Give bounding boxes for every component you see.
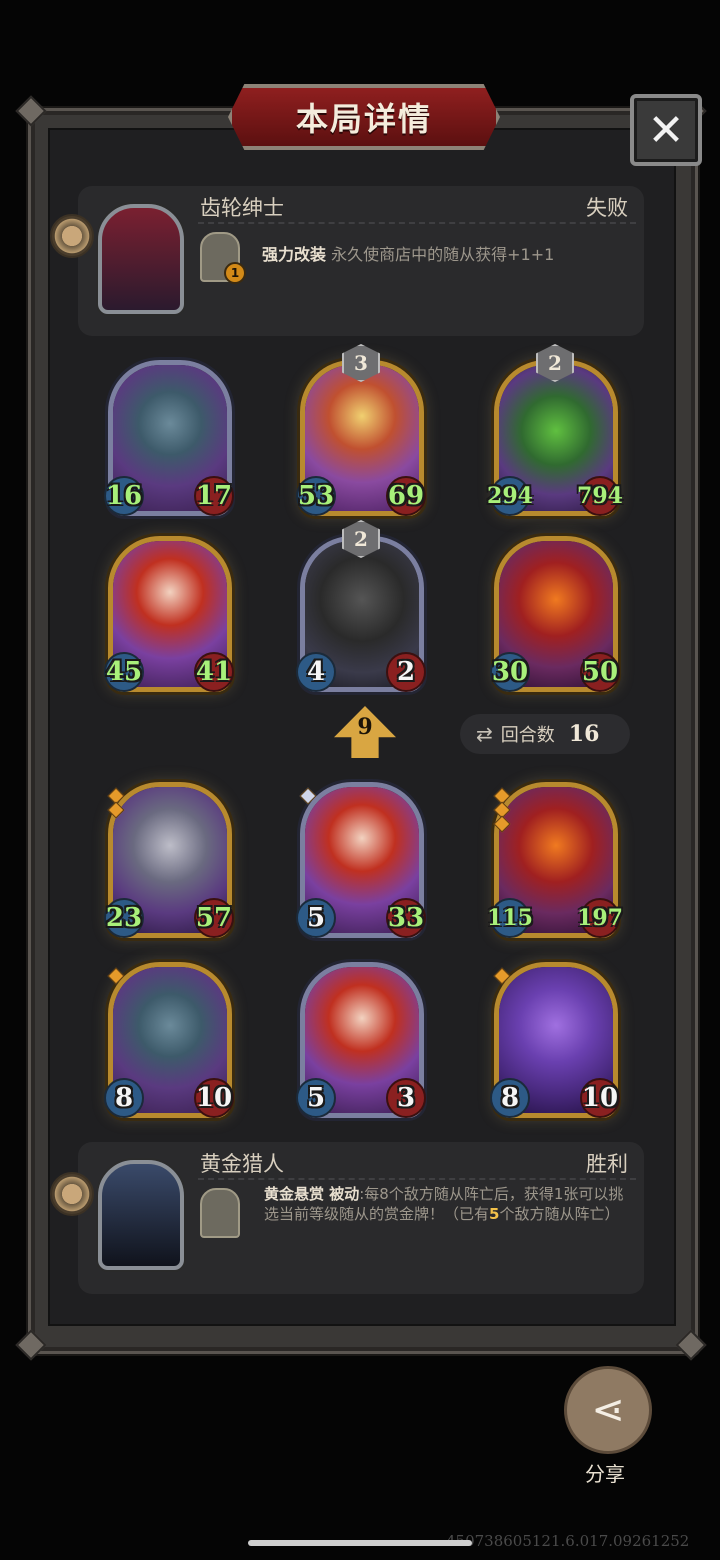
share-label: 分享	[585, 1462, 625, 1486]
attack-value: 45	[104, 652, 144, 692]
pocket-watch-icon	[50, 1172, 94, 1216]
divider	[198, 222, 636, 224]
player-ability-text: 黄金悬赏 被动:每8个敌方随从阵亡后，获得1张可以挑选当前等级随从的赏金牌！（已…	[264, 1184, 634, 1224]
attack-value: 8	[104, 1078, 144, 1118]
page-title: 本局详情	[295, 100, 432, 138]
divider	[198, 1178, 636, 1180]
health-value: 69	[386, 476, 426, 516]
attack-value: 8	[490, 1078, 530, 1118]
health-value: 41	[194, 652, 234, 692]
health-value: 33	[386, 898, 426, 938]
attack-value: 4	[296, 652, 336, 692]
player-name: 黄金猎人	[200, 1152, 284, 1176]
ability-desc-end: 个敌方随从阵亡）	[499, 1205, 620, 1223]
health-value: 10	[580, 1078, 620, 1118]
attack-value: 5	[296, 1078, 336, 1118]
ability-name: 黄金悬赏	[264, 1185, 325, 1203]
ability-count: 5	[489, 1205, 500, 1223]
health-value: 10	[194, 1078, 234, 1118]
attack-value: 16	[104, 476, 144, 516]
attack-value: 23	[104, 898, 144, 938]
share-icon: ⋖	[591, 1387, 625, 1433]
attack-value: 30	[490, 652, 530, 692]
home-indicator	[248, 1540, 472, 1546]
attack-value: 53	[296, 476, 336, 516]
hero-power-cost-badge: 1	[224, 262, 246, 284]
turn-cycle-icon: ⇄	[476, 722, 493, 746]
attack-value: 115	[487, 898, 533, 938]
pocket-watch-icon	[50, 214, 94, 258]
attack-value: 294	[487, 476, 533, 516]
opponent-result: 失败	[586, 196, 628, 220]
opponent-hero-portrait[interactable]	[98, 204, 184, 314]
health-value: 794	[577, 476, 623, 516]
health-value: 17	[194, 476, 234, 516]
opponent-ability-text: 强力改装 永久使商店中的随从获得+1+1	[262, 244, 632, 266]
tavern-level: 9	[357, 714, 373, 740]
close-icon: ✕	[647, 104, 685, 156]
health-value: 50	[580, 652, 620, 692]
player-result: 胜利	[586, 1152, 628, 1176]
health-value: 57	[194, 898, 234, 938]
player-hero-portrait[interactable]	[98, 1160, 184, 1270]
turn-value: 16	[568, 721, 600, 747]
close-button[interactable]: ✕	[630, 94, 702, 166]
ability-desc: 永久使商店中的随从获得+1+1	[326, 245, 555, 264]
turn-counter: ⇄ 回合数 16	[460, 714, 630, 754]
bounty-icon[interactable]	[200, 1188, 240, 1238]
opponent-name: 齿轮绅士	[200, 196, 284, 220]
share-button[interactable]: ⋖	[564, 1366, 652, 1454]
attack-value: 5	[296, 898, 336, 938]
build-watermark: 450738605121.6.017.09261252	[446, 1532, 690, 1550]
health-value: 197	[577, 898, 623, 938]
ability-type: 被动	[324, 1185, 360, 1203]
health-value: 2	[386, 652, 426, 692]
title-banner: 本局详情	[228, 84, 500, 150]
health-value: 3	[386, 1078, 426, 1118]
turn-label: 回合数	[500, 725, 555, 746]
ability-name: 强力改装	[262, 245, 327, 264]
